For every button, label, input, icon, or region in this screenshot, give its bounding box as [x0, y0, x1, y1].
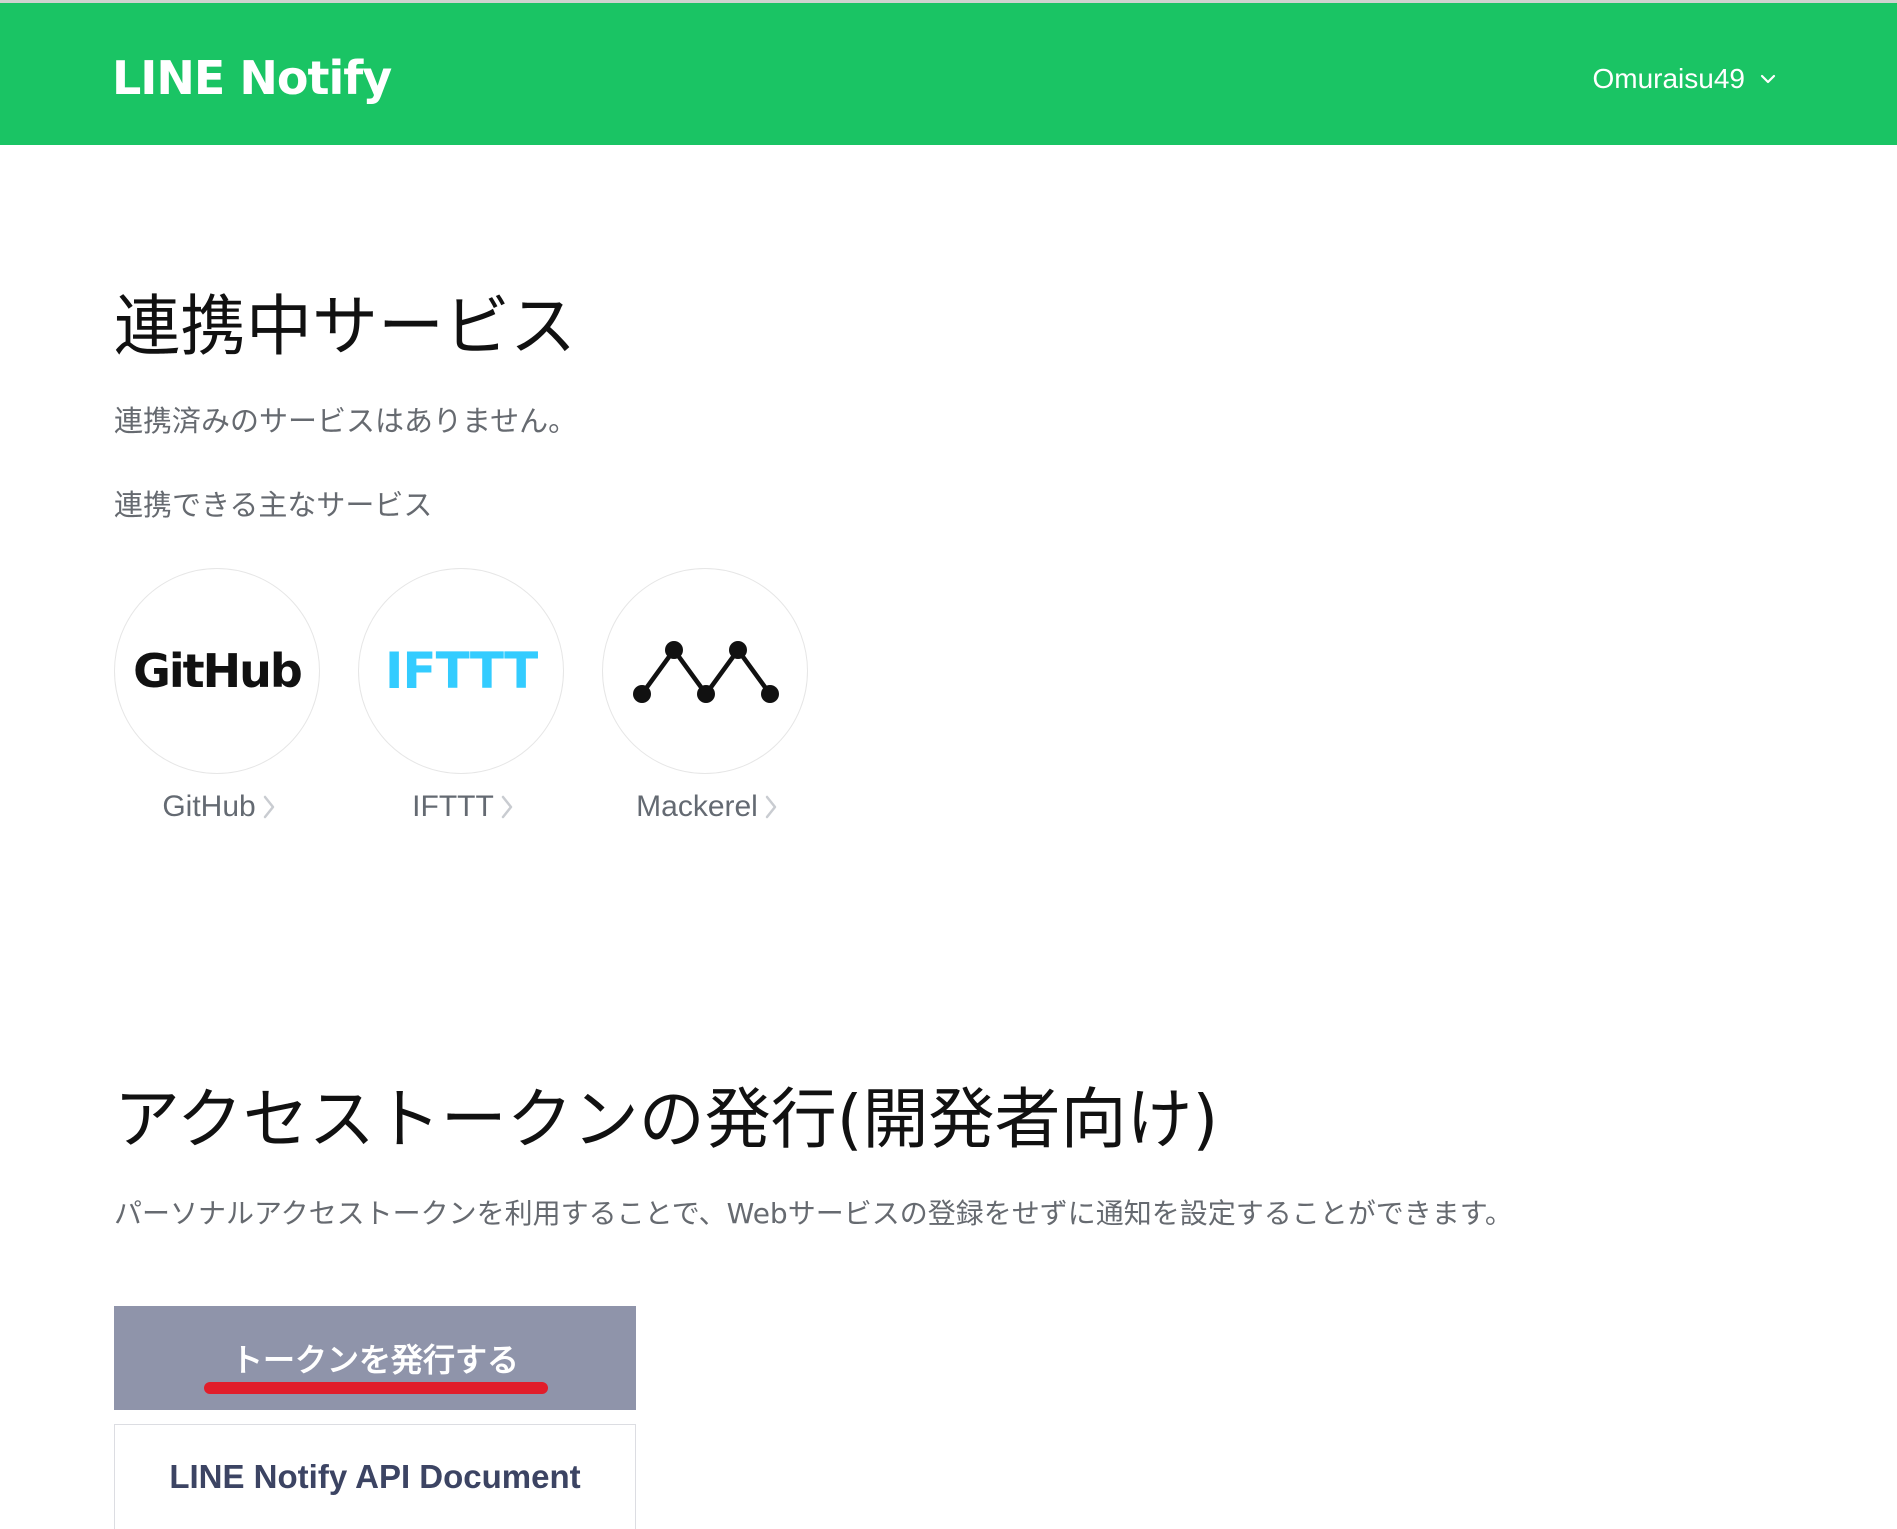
service-link-mackerel[interactable]: Mackerel [602, 790, 812, 824]
available-services-label: 連携できる主なサービス [114, 488, 433, 522]
mackerel-logo-circle[interactable] [602, 568, 808, 774]
service-link-ifttt[interactable]: IFTTT [358, 790, 568, 824]
service-label: Mackerel [636, 790, 758, 823]
service-item-ifttt[interactable]: IFTTT IFTTT [358, 568, 568, 824]
service-item-mackerel[interactable]: Mackerel [602, 568, 812, 824]
user-menu[interactable]: Omuraisu49 [1592, 61, 1777, 97]
top-header: LINE Notify Omuraisu49 [0, 3, 1897, 145]
chevron-right-icon [263, 795, 274, 819]
github-logo: GitHub [133, 644, 303, 698]
no-services-message: 連携済みのサービスはありません。 [114, 404, 578, 438]
service-list: GitHub GitHub IFTTT IFTTT Mackerel [114, 568, 846, 824]
ifttt-logo-circle[interactable]: IFTTT [358, 568, 564, 774]
username: Omuraisu49 [1592, 63, 1745, 94]
service-label: GitHub [162, 790, 256, 823]
service-link-github[interactable]: GitHub [114, 790, 324, 824]
service-item-github[interactable]: GitHub GitHub [114, 568, 324, 824]
api-document-button[interactable]: LINE Notify API Document [114, 1424, 636, 1529]
connected-services-title: 連携中サービス [114, 288, 576, 365]
chevron-down-icon [1760, 74, 1776, 84]
issue-token-label: トークンを発行する [230, 1341, 519, 1379]
issue-token-button[interactable]: トークンを発行する [114, 1306, 636, 1410]
ifttt-logo: IFTTT [384, 642, 538, 700]
github-logo-circle[interactable]: GitHub [114, 568, 320, 774]
page: LINE Notify Omuraisu49 連携中サービス 連携済みのサービス… [0, 0, 1897, 1529]
chevron-right-icon [765, 795, 777, 819]
access-token-title: アクセストークンの発行(開発者向け) [114, 1081, 1219, 1158]
highlight-underline [204, 1382, 548, 1394]
service-label: IFTTT [412, 790, 494, 823]
access-token-description: パーソナルアクセストークンを利用することで、Webサービスの登録をせずに通知を設… [114, 1197, 1513, 1230]
line-notify-logo[interactable]: LINE Notify [112, 51, 392, 105]
mackerel-logo [633, 641, 779, 703]
chevron-right-icon [501, 795, 513, 819]
